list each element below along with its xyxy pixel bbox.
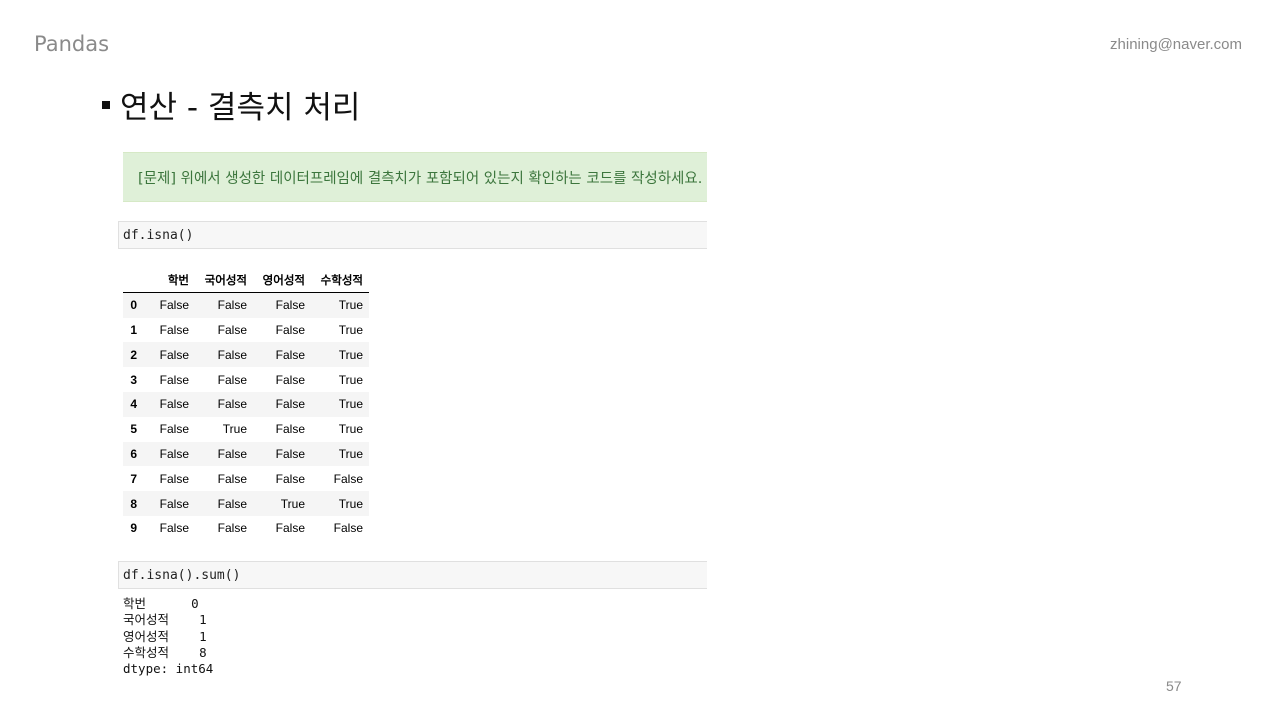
row-index: 9 [130, 521, 137, 536]
row-index: 0 [130, 298, 137, 313]
table-cell: True [338, 397, 363, 412]
table-cell: False [159, 347, 189, 362]
index-header [123, 268, 143, 294]
table-cell: False [333, 521, 363, 536]
table-cell: False [275, 347, 305, 362]
table-row: 2 False False False True [123, 342, 369, 368]
page-number: 57 [1166, 678, 1182, 694]
table-cell: False [159, 496, 189, 511]
slide-title: 연산 - 결측치 처리 [102, 82, 360, 127]
column-header: 학번 [143, 268, 195, 294]
table-cell: False [275, 322, 305, 337]
table-row: 9 False False False False [123, 516, 369, 541]
table-cell: False [159, 372, 189, 387]
square-bullet-icon [102, 100, 110, 109]
output-line: 영어성적 1 [123, 628, 207, 644]
table-row: 7 False False False False [123, 466, 369, 491]
output-line: dtype: int64 [123, 661, 214, 677]
table-cell: False [159, 446, 189, 461]
table-cell: False [217, 446, 247, 461]
table-cell: False [275, 521, 305, 536]
table-cell: False [217, 521, 247, 536]
table-cell: False [217, 298, 247, 313]
table-cell: False [159, 521, 189, 536]
row-index: 3 [130, 372, 137, 387]
table-row: 4 False False False True [123, 391, 369, 417]
table-cell: False [275, 471, 305, 486]
table-cell: False [217, 347, 247, 362]
table-row: 0 False False False True [123, 292, 369, 318]
table-cell: False [159, 298, 189, 313]
table-cell: False [159, 422, 189, 437]
table-cell: False [275, 422, 305, 437]
table-header-row: 학번 국어성적 영어성적 수학성적 [123, 268, 369, 294]
column-header: 수학성적 [311, 268, 369, 294]
table-cell: False [333, 471, 363, 486]
problem-box: [문제] 위에서 생성한 데이터프레임에 결측치가 포함되어 있는지 확인하는 … [123, 152, 707, 202]
sum-output: 학번 0 국어성적 1 영어성적 1 수학성적 8 dtype: int64 [123, 596, 213, 677]
code-cell-isna[interactable]: df.isna() [118, 221, 707, 249]
code-cell-isna-sum[interactable]: df.isna().sum() [118, 561, 707, 589]
table-row: 3 False False False True [123, 367, 369, 392]
column-header: 국어성적 [195, 268, 253, 294]
table-cell: False [217, 322, 247, 337]
table-cell: False [217, 397, 247, 412]
row-index: 2 [130, 347, 137, 362]
table-cell: True [338, 496, 363, 511]
output-line: 학번 0 [123, 596, 199, 611]
output-line: 수학성적 8 [123, 644, 207, 660]
table-cell: False [275, 397, 305, 412]
table-cell: True [338, 422, 363, 437]
table-cell: True [222, 422, 247, 437]
table-row: 5 False True False True [123, 417, 369, 442]
code-text: df.isna() [123, 227, 194, 243]
table-row: 6 False False False True [123, 441, 369, 467]
table-cell: False [217, 496, 247, 511]
header-topic: Pandas [34, 32, 110, 56]
table-cell: False [275, 298, 305, 313]
row-index: 5 [130, 422, 137, 437]
code-text: df.isna().sum() [123, 567, 241, 583]
dataframe-table: 학번 국어성적 영어성적 수학성적 0 False False False Tr… [123, 268, 369, 541]
table-cell: True [338, 372, 363, 387]
table-cell: False [275, 372, 305, 387]
table-cell: True [338, 347, 363, 362]
table-cell: True [338, 446, 363, 461]
row-index: 7 [130, 471, 137, 486]
row-index: 1 [130, 322, 137, 337]
table-cell: False [159, 322, 189, 337]
table-row: 1 False False False True [123, 318, 369, 343]
header-email: zhining@naver.com [1110, 36, 1242, 53]
table-cell: True [338, 298, 363, 313]
slide-title-text: 연산 - 결측치 처리 [120, 90, 361, 126]
output-line: 국어성적 1 [123, 612, 207, 628]
table-cell: False [275, 446, 305, 461]
problem-text: [문제] 위에서 생성한 데이터프레임에 결측치가 포함되어 있는지 확인하는 … [138, 170, 703, 187]
table-cell: False [217, 471, 247, 486]
row-index: 4 [130, 397, 137, 412]
table-row: 8 False False True True [123, 491, 369, 516]
table-cell: True [280, 496, 305, 511]
table-cell: True [338, 322, 363, 337]
table-cell: False [159, 471, 189, 486]
table-cell: False [159, 397, 189, 412]
column-header: 영어성적 [253, 268, 311, 294]
table-cell: False [217, 372, 247, 387]
row-index: 8 [130, 496, 137, 511]
row-index: 6 [130, 446, 137, 461]
